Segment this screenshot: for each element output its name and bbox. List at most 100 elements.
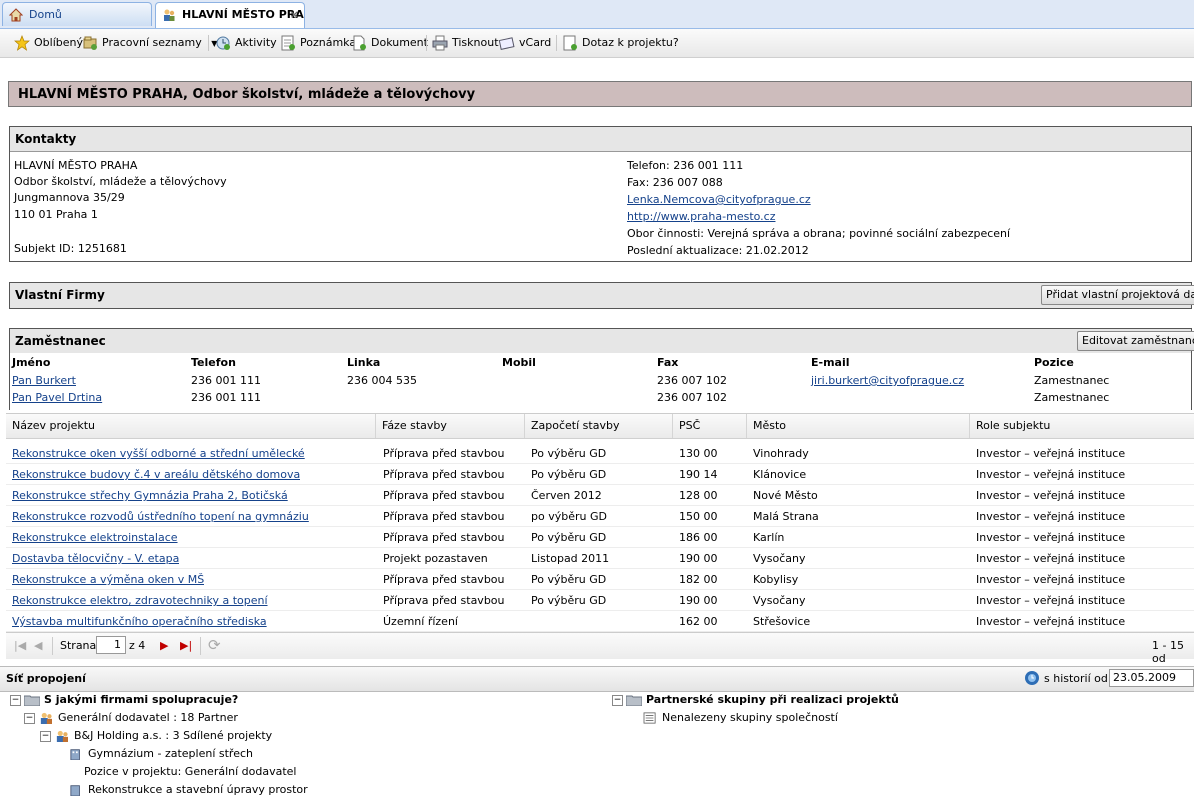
project-query-button[interactable]: Dotaz k projektu?	[562, 34, 679, 52]
table-row[interactable]: Rekonstrukce rozvodů ústředního topení n…	[6, 506, 1194, 527]
edit-employee-button[interactable]: Editovat zaměstnance	[1077, 331, 1194, 351]
tree-node-project[interactable]: Rekonstrukce a stavební úpravy prostor	[68, 781, 308, 799]
table-row[interactable]: Rekonstrukce oken vyšší odborné a středn…	[6, 443, 1194, 464]
prev-page-icon[interactable]: ◀	[34, 639, 42, 652]
tree-node-no-groups: Nenalezeny skupiny společností	[642, 709, 838, 727]
printer-icon	[432, 35, 448, 51]
employee-email-link[interactable]: jiri.burkert@cityofprague.cz	[811, 374, 964, 387]
collapse-icon[interactable]: −	[40, 730, 51, 742]
project-link[interactable]: Rekonstrukce elektroinstalace	[12, 527, 178, 548]
tab-home[interactable]: Domů	[2, 2, 152, 26]
refresh-icon[interactable]: ⟳	[208, 636, 221, 654]
project-role: Investor – veřejná instituce	[976, 510, 1126, 523]
tree-node-root[interactable]: − S jakými firmami spolupracuje?	[10, 691, 238, 709]
project-zapoceti: Listopad 2011	[531, 552, 610, 565]
project-faze: Příprava před stavbou	[383, 447, 505, 460]
collapse-icon[interactable]: −	[612, 694, 623, 706]
tree-label: Partnerské skupiny při realizaci projekt…	[646, 693, 899, 706]
project-link[interactable]: Rekonstrukce střechy Gymnázia Praha 2, B…	[12, 485, 288, 506]
employee-header: Zaměstnanec	[10, 329, 1191, 353]
col-project-name[interactable]: Název projektu	[6, 414, 376, 438]
first-page-icon[interactable]: |◀	[14, 639, 26, 652]
employee-phone: 236 001 111	[191, 374, 261, 387]
contact-web-link[interactable]: http://www.praha-mesto.cz	[627, 210, 775, 223]
contact-email-link[interactable]: Lenka.Nemcova@cityofprague.cz	[627, 193, 811, 206]
table-row[interactable]: Rekonstrukce elektro, zdravotechniky a t…	[6, 590, 1194, 611]
employee-panel: Zaměstnanec Editovat zaměstnance Jméno T…	[9, 328, 1194, 410]
table-row[interactable]: Výstavba multifunkčního operačního střed…	[6, 611, 1194, 632]
toolbar: Oblíbený Pracovní seznamy ▼ Aktivity Poz…	[0, 29, 1194, 58]
page-number-input[interactable]: 1	[96, 636, 126, 654]
project-faze: Příprava před stavbou	[383, 510, 505, 523]
project-link[interactable]: Rekonstrukce rozvodů ústředního topení n…	[12, 506, 309, 527]
last-page-icon[interactable]: ▶|	[180, 639, 192, 652]
employee-name-link[interactable]: Pan Pavel Drtina	[12, 391, 102, 404]
project-link[interactable]: Rekonstrukce oken vyšší odborné a středn…	[12, 443, 305, 464]
contact-last-update: Poslední aktualizace: 21.02.2012	[627, 244, 809, 257]
add-own-project-data-button[interactable]: Přidat vlastní projektová data	[1041, 285, 1194, 305]
projects-grid-header: Název projektu Fáze stavby Započetí stav…	[6, 413, 1194, 439]
tree-node-company[interactable]: − B&J Holding a.s. : 3 Sdílené projekty	[40, 727, 272, 745]
tab-subject-label: HLAVNÍ MĚSTO PRA	[182, 8, 304, 21]
history-date-input[interactable]: 23.05.2009	[1109, 669, 1194, 687]
project-link[interactable]: Rekonstrukce budovy č.4 v areálu dětskéh…	[12, 464, 300, 485]
document-button[interactable]: Dokument	[351, 34, 428, 52]
table-row[interactable]: Rekonstrukce elektroinstalace Příprava př…	[6, 527, 1194, 548]
favorite-label: Oblíbený	[34, 36, 83, 49]
col-phase[interactable]: Fáze stavby	[376, 414, 525, 438]
page-title: HLAVNÍ MĚSTO PRAHA, Odbor školství, mlád…	[8, 81, 1192, 107]
next-page-icon[interactable]: ▶	[160, 639, 168, 652]
favorite-button[interactable]: Oblíbený	[14, 34, 83, 52]
col-start[interactable]: Započetí stavby	[525, 414, 673, 438]
vcard-button[interactable]: vCard	[499, 34, 551, 52]
activities-button[interactable]: Aktivity	[215, 34, 277, 52]
project-psc: 190 00	[679, 552, 718, 565]
page-label: Strana	[60, 639, 97, 652]
project-mesto: Kobylisy	[753, 573, 799, 586]
employee-fax: 236 007 102	[657, 391, 727, 404]
network-header-bar: Síť propojení s historií od:: 23.05.2009	[0, 666, 1194, 692]
print-button[interactable]: Tisknout	[432, 34, 499, 52]
close-icon[interactable]: ×	[290, 3, 299, 27]
project-role: Investor – veřejná instituce	[976, 594, 1126, 607]
project-mesto: Střešovice	[753, 615, 811, 628]
worklists-button[interactable]: Pracovní seznamy ▼	[82, 34, 217, 52]
col-psc[interactable]: PSČ	[673, 414, 747, 438]
project-link[interactable]: Rekonstrukce a výměna oken v MŠ	[12, 569, 204, 590]
table-row[interactable]: Rekonstrukce a výměna oken v MŠ Příprava …	[6, 569, 1194, 590]
note-button[interactable]: Poznámka	[280, 34, 356, 52]
col-fax: Fax	[657, 356, 679, 369]
table-row[interactable]: Dostavba tělocvičny - V. etapa Projekt po…	[6, 548, 1194, 569]
project-faze: Projekt pozastaven	[383, 552, 488, 565]
employee-pozice: Zamestnanec	[1034, 391, 1110, 404]
project-link[interactable]: Výstavba multifunkčního operačního střed…	[12, 611, 267, 632]
contact-phone: Telefon: 236 001 111	[627, 159, 744, 172]
table-row[interactable]: Rekonstrukce střechy Gymnázia Praha 2, B…	[6, 485, 1194, 506]
contact-name: HLAVNÍ MĚSTO PRAHA	[14, 159, 138, 172]
project-link[interactable]: Dostavba tělocvičny - V. etapa	[12, 548, 179, 569]
project-link[interactable]: Rekonstrukce elektro, zdravotechniky a t…	[12, 590, 268, 611]
col-role[interactable]: Role subjektu	[970, 414, 1194, 438]
table-row[interactable]: Rekonstrukce budovy č.4 v areálu dětskéh…	[6, 464, 1194, 485]
project-zapoceti: Po výběru GD	[531, 468, 607, 481]
collapse-icon[interactable]: −	[10, 694, 21, 706]
tree-node-general-contractor[interactable]: − Generální dodavatel : 18 Partner	[24, 709, 238, 727]
project-faze: Příprava před stavbou	[383, 489, 505, 502]
tree-node-partner-groups[interactable]: − Partnerské skupiny při realizaci projek…	[612, 691, 899, 709]
project-zapoceti: Po výběru GD	[531, 573, 607, 586]
project-psc: 128 00	[679, 489, 718, 502]
page-total: z 4	[129, 639, 146, 652]
col-city[interactable]: Město	[747, 414, 970, 438]
employee-name-link[interactable]: Pan Burkert	[12, 374, 76, 387]
note-label: Poznámka	[300, 36, 357, 49]
tab-subject[interactable]: HLAVNÍ MĚSTO PRA ×	[155, 2, 305, 28]
query-icon	[563, 35, 577, 51]
project-role: Investor – veřejná instituce	[976, 531, 1126, 544]
project-psc: 162 00	[679, 615, 718, 628]
own-companies-header: Vlastní Firmy	[10, 283, 1191, 308]
collapse-icon[interactable]: −	[24, 712, 35, 724]
tree-node-project[interactable]: Gymnázium - zateplení střech	[68, 745, 253, 763]
contacts-panel: Kontakty HLAVNÍ MĚSTO PRAHA Odbor školst…	[9, 126, 1192, 262]
tree-label: Nenalezeny skupiny společností	[662, 711, 838, 724]
network-title: Síť propojení	[6, 672, 86, 685]
